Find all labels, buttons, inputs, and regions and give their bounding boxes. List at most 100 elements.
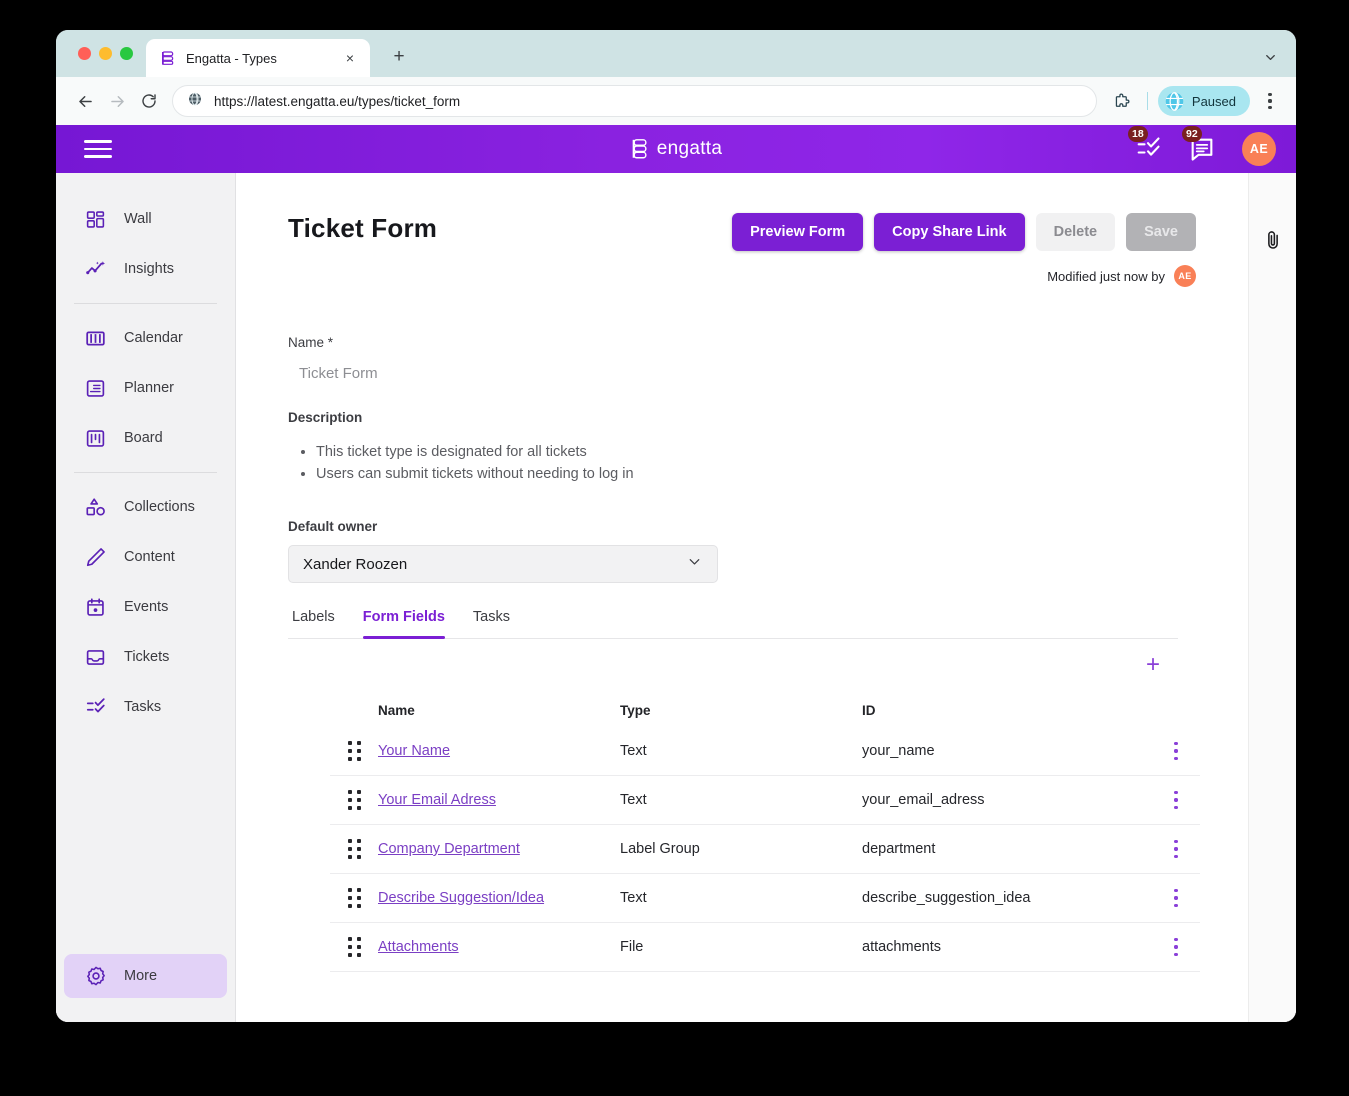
field-type: Text: [620, 890, 647, 906]
avatar[interactable]: AE: [1242, 132, 1276, 166]
sidebar-item-label: Insights: [124, 261, 174, 277]
close-window-button[interactable]: [78, 47, 91, 60]
plus-icon[interactable]: +: [1146, 653, 1160, 677]
sidebar-item-label: Content: [124, 549, 175, 565]
delete-button[interactable]: Delete: [1035, 213, 1116, 251]
messages-button[interactable]: 92: [1182, 126, 1216, 163]
sidebar-item-more[interactable]: More: [64, 954, 227, 998]
engatta-logo-icon: [160, 50, 176, 66]
drag-handle[interactable]: [330, 937, 378, 957]
field-name-link[interactable]: Attachments: [378, 939, 459, 955]
main-content: Ticket Form Preview Form Copy Share Link…: [236, 173, 1248, 1022]
sidebar-item-label: Tasks: [124, 699, 162, 715]
header-actions: 18 92 AE: [1128, 126, 1276, 166]
sidebar-divider: [74, 472, 217, 473]
address-bar[interactable]: https://latest.engatta.eu/types/ticket_f…: [172, 85, 1097, 117]
row-menu-button[interactable]: [1152, 741, 1200, 761]
row-menu-button[interactable]: [1152, 790, 1200, 810]
field-type: Text: [620, 792, 647, 808]
row-menu-button[interactable]: [1152, 937, 1200, 957]
copy-share-link-button[interactable]: Copy Share Link: [874, 213, 1025, 251]
checklist-icon: [84, 696, 107, 719]
browser-tab[interactable]: Engatta - Types ×: [146, 39, 370, 77]
page-header: Ticket Form Preview Form Copy Share Link…: [288, 213, 1248, 251]
paperclip-icon[interactable]: [1262, 229, 1284, 1022]
globe-badge-icon: [1164, 91, 1185, 112]
field-name-link[interactable]: Describe Suggestion/Idea: [378, 890, 544, 906]
field-name-link[interactable]: Your Email Adress: [378, 792, 496, 808]
sidebar-item-wall[interactable]: Wall: [64, 197, 227, 241]
sidebar-item-calendar[interactable]: Calendar: [64, 316, 227, 360]
new-tab-button[interactable]: +: [386, 44, 412, 70]
list-item: This ticket type is designated for all t…: [316, 441, 1248, 463]
app-header: engatta 18 92 AE: [56, 125, 1296, 173]
drag-handle[interactable]: [330, 839, 378, 859]
row-menu-button[interactable]: [1152, 839, 1200, 859]
table-row[interactable]: Attachments File attachments: [330, 923, 1200, 972]
field-name-link[interactable]: Company Department: [378, 841, 520, 857]
column-header-type: Type: [620, 702, 651, 718]
calendar-dot-icon: [84, 596, 107, 619]
globe-icon: [187, 91, 203, 112]
tab-tasks[interactable]: Tasks: [473, 609, 510, 638]
drag-handle[interactable]: [330, 790, 378, 810]
tab-form-fields[interactable]: Form Fields: [362, 609, 446, 639]
calendar-columns-icon: [84, 327, 107, 350]
tray-icon: [84, 646, 107, 669]
chevron-down-icon[interactable]: [1258, 45, 1282, 69]
board-icon: [84, 427, 107, 450]
browser-menu-button[interactable]: [1256, 86, 1284, 116]
tab-labels[interactable]: Labels: [292, 609, 335, 638]
minimize-window-button[interactable]: [99, 47, 112, 60]
table-row[interactable]: Describe Suggestion/Idea Text describe_s…: [330, 874, 1200, 923]
page-title: Ticket Form: [288, 213, 438, 243]
add-field-button-wrap: +: [288, 653, 1178, 677]
chevron-down-icon: [686, 553, 703, 575]
default-owner-label: Default owner: [288, 519, 378, 534]
sidebar-item-tasks[interactable]: Tasks: [64, 685, 227, 729]
default-owner-select[interactable]: Xander Roozen: [288, 545, 718, 583]
grid-icon: [84, 208, 107, 231]
paused-status-button[interactable]: Paused: [1157, 86, 1250, 116]
avatar[interactable]: AE: [1174, 265, 1196, 287]
sidebar-item-events[interactable]: Events: [64, 585, 227, 629]
list-item: Users can submit tickets without needing…: [316, 463, 1248, 485]
name-input[interactable]: Ticket Form: [288, 365, 1248, 382]
sidebar-item-collections[interactable]: Collections: [64, 485, 227, 529]
table-row[interactable]: Company Department Label Group departmen…: [330, 825, 1200, 874]
table-row[interactable]: Your Name Text your_name: [330, 727, 1200, 776]
sidebar-item-tickets[interactable]: Tickets: [64, 635, 227, 679]
field-name-link[interactable]: Your Name: [378, 743, 450, 759]
page-action-buttons: Preview Form Copy Share Link Delete Save: [732, 213, 1196, 251]
sidebar-item-label: Wall: [124, 211, 152, 227]
sidebar-item-label: Events: [124, 599, 169, 615]
field-id: your_name: [862, 743, 935, 759]
address-bar-url: https://latest.engatta.eu/types/ticket_f…: [214, 93, 461, 109]
sidebar-item-planner[interactable]: Planner: [64, 366, 227, 410]
back-icon[interactable]: [70, 86, 100, 116]
tasks-notifications-button[interactable]: 18: [1128, 126, 1162, 163]
field-id: attachments: [862, 939, 941, 955]
drag-handle[interactable]: [330, 741, 378, 761]
extensions-icon[interactable]: [1107, 86, 1137, 116]
shapes-icon: [84, 496, 107, 519]
app-logo[interactable]: engatta: [56, 138, 1296, 160]
sidebar-item-insights[interactable]: Insights: [64, 247, 227, 291]
pencil-icon: [84, 546, 107, 569]
close-tab-button[interactable]: ×: [340, 48, 360, 68]
description-label: Description: [288, 410, 363, 425]
field-id: describe_suggestion_idea: [862, 890, 1031, 906]
maximize-window-button[interactable]: [120, 47, 133, 60]
field-id: department: [862, 841, 936, 857]
row-menu-button[interactable]: [1152, 888, 1200, 908]
table-row[interactable]: Your Email Adress Text your_email_adress: [330, 776, 1200, 825]
sidebar-item-board[interactable]: Board: [64, 416, 227, 460]
sidebar-item-label: Planner: [124, 380, 174, 396]
drag-handle[interactable]: [330, 888, 378, 908]
right-rail: [1248, 173, 1296, 1022]
save-button: Save: [1126, 213, 1196, 251]
preview-form-button[interactable]: Preview Form: [732, 213, 864, 251]
description-list: This ticket type is designated for all t…: [288, 441, 1248, 485]
reload-icon[interactable]: [134, 86, 164, 116]
sidebar-item-content[interactable]: Content: [64, 535, 227, 579]
